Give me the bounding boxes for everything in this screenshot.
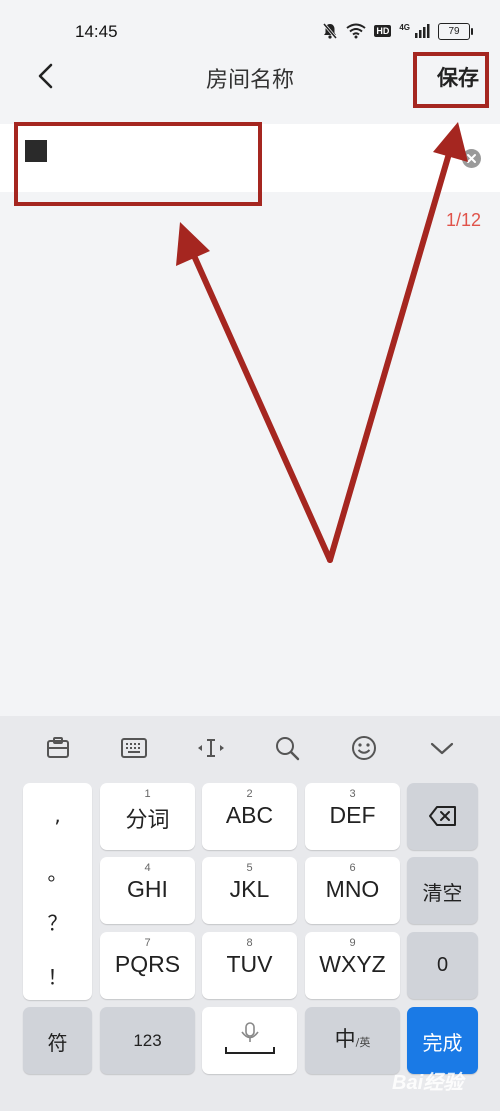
symbol-comma[interactable]: , <box>23 803 92 827</box>
key-9[interactable]: 9 WXYZ <box>305 932 400 999</box>
done-key[interactable]: 完成 <box>407 1007 478 1074</box>
clear-input-button[interactable] <box>462 149 481 168</box>
key-7[interactable]: 7 PQRS <box>100 932 195 999</box>
symbols-key[interactable]: 符 <box>23 1007 92 1074</box>
key-4[interactable]: 4 GHI <box>100 857 195 924</box>
symbol-question[interactable]: ？ <box>23 907 92 936</box>
status-icons: HD 4G 79 <box>322 20 473 42</box>
chevron-down-icon[interactable] <box>427 734 457 762</box>
emoji-icon[interactable] <box>349 734 379 762</box>
hd-icon: HD <box>374 25 392 37</box>
symbol-exclaim[interactable]: ！ <box>23 961 92 990</box>
arrow-to-save <box>327 137 456 563</box>
save-highlight-box <box>413 52 489 108</box>
keyboard-icon[interactable] <box>119 734 149 762</box>
annotation-arrows <box>176 122 468 563</box>
wifi-icon <box>346 23 366 39</box>
arrow-head-input <box>176 222 210 266</box>
backspace-key[interactable] <box>407 783 478 850</box>
microphone-icon <box>224 1022 275 1054</box>
space-key[interactable] <box>202 1007 297 1074</box>
status-time: 14:45 <box>75 22 118 41</box>
close-icon <box>467 154 476 163</box>
clipboard-icon[interactable] <box>43 734 73 762</box>
symbol-column[interactable]: , 。 ？ ！ <box>23 783 92 1000</box>
key-0[interactable]: 0 <box>407 932 478 999</box>
key-3[interactable]: 3 DEF <box>305 783 400 850</box>
signal-icon <box>414 23 430 39</box>
backspace-icon <box>428 806 456 826</box>
language-switch-key[interactable]: 中/英 <box>305 1007 400 1074</box>
arrow-to-input <box>184 237 333 563</box>
key-5[interactable]: 5 JKL <box>202 857 297 924</box>
char-counter: 1/12 <box>446 210 482 230</box>
key-6[interactable]: 6 MNO <box>305 857 400 924</box>
key-1[interactable]: 1 分词 <box>100 783 195 850</box>
key-8[interactable]: 8 TUV <box>202 932 297 999</box>
mute-icon <box>322 22 338 40</box>
search-icon[interactable] <box>272 734 302 762</box>
network-type-label: 4G <box>399 22 410 32</box>
input-highlight-box <box>14 122 262 206</box>
battery-icon: 79 <box>438 22 473 40</box>
cursor-move-icon[interactable] <box>196 734 226 762</box>
clear-key[interactable]: 清空 <box>407 857 478 924</box>
symbol-period[interactable]: 。 <box>23 857 92 886</box>
number-mode-key[interactable]: 123 <box>100 1007 195 1074</box>
key-2[interactable]: 2 ABC <box>202 783 297 850</box>
